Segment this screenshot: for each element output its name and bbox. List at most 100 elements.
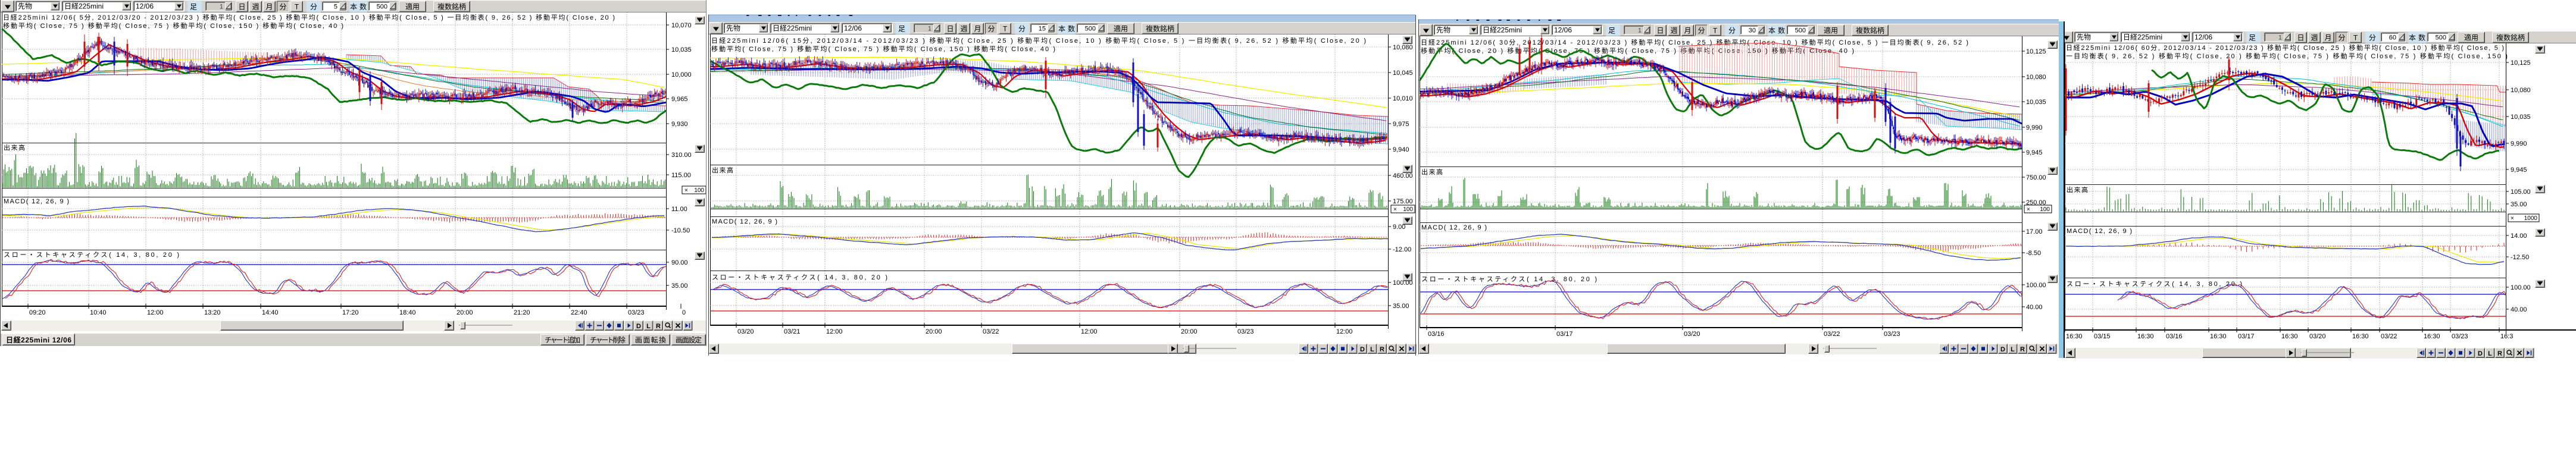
svg-text:日経225mini: 日経225mini: [64, 2, 104, 11]
svg-text:チャート削除: チャート削除: [590, 335, 626, 344]
svg-text:MACD( 12, 26, 9 ): MACD( 12, 26, 9 ): [2067, 228, 2132, 235]
svg-text:90.00: 90.00: [671, 259, 688, 266]
svg-text:1: 1: [220, 4, 223, 11]
svg-text:R: R: [2497, 350, 2502, 357]
svg-text:出来高: 出来高: [1421, 168, 1443, 176]
svg-text:22:40: 22:40: [571, 309, 587, 316]
svg-text:移動平均( Close, 20 ) 移動平均( Clos: 移動平均( Close, 20 ) 移動平均( Close, 75 ) 移動平均…: [1421, 46, 1854, 55]
svg-text:先物: 先物: [1436, 26, 1450, 34]
svg-text:チャート追加: チャート追加: [545, 335, 580, 344]
svg-text:-8.50: -8.50: [2026, 250, 2041, 257]
svg-text:500: 500: [2436, 34, 2446, 42]
svg-text:D: D: [1360, 346, 1365, 353]
svg-text:分: 分: [1728, 27, 1736, 35]
svg-text:500: 500: [377, 4, 387, 11]
svg-text:R: R: [1380, 346, 1384, 353]
svg-text:14.00: 14.00: [2511, 232, 2527, 240]
svg-text:足: 足: [1608, 27, 1615, 35]
svg-text:03/23: 03/23: [1884, 331, 1900, 338]
svg-text:10,010: 10,010: [1393, 95, 1413, 102]
svg-text:日経225mini 12/06( 30分, 2012/03/: 日経225mini 12/06( 30分, 2012/03/14 - 2012/…: [1421, 38, 1968, 46]
svg-text:03/23: 03/23: [1237, 328, 1254, 335]
svg-text:移動平均( Close, 75 ) 移動平均( Clos: 移動平均( Close, 75 ) 移動平均( Close, 75 ) 移動平均…: [3, 21, 343, 30]
svg-text:10,125: 10,125: [2026, 48, 2046, 55]
svg-text:12/06: 12/06: [844, 24, 862, 33]
svg-text:03/20: 03/20: [737, 328, 754, 335]
svg-text:T: T: [1713, 27, 1718, 35]
svg-text:9,940: 9,940: [1393, 146, 1409, 153]
svg-text:03/17: 03/17: [2238, 333, 2255, 340]
svg-text:03/23: 03/23: [2452, 333, 2468, 340]
svg-text:日経225mini 12/06: 日経225mini 12/06: [6, 335, 71, 344]
svg-text:1000: 1000: [2524, 215, 2538, 222]
svg-text:月: 月: [1684, 27, 1691, 35]
svg-text:12:00: 12:00: [1081, 328, 1098, 335]
svg-text:週: 週: [252, 3, 259, 11]
svg-text:複数銘柄: 複数銘柄: [437, 2, 466, 11]
svg-text:R: R: [656, 323, 661, 330]
svg-text:D: D: [2000, 346, 2005, 353]
svg-text:複数銘柄: 複数銘柄: [2496, 33, 2525, 42]
svg-text:10:40: 10:40: [90, 309, 107, 316]
svg-text:14:40: 14:40: [262, 309, 279, 316]
svg-text:115.00: 115.00: [671, 172, 691, 179]
svg-text:10,080: 10,080: [2026, 74, 2046, 81]
svg-text:日経225mini: 日経225mini: [773, 24, 812, 33]
svg-text:D: D: [2478, 350, 2483, 357]
svg-text:03/16: 03/16: [1428, 331, 1445, 338]
svg-text:500: 500: [1795, 27, 1806, 34]
svg-text:16:3: 16:3: [2500, 333, 2513, 340]
svg-text:×: ×: [2511, 215, 2514, 222]
svg-text:週: 週: [960, 25, 967, 33]
svg-text:35.00: 35.00: [671, 282, 688, 290]
svg-text:17:20: 17:20: [342, 309, 359, 316]
svg-text:16:30: 16:30: [2137, 333, 2154, 340]
svg-text:週: 週: [1670, 27, 1677, 35]
svg-text:×: ×: [684, 187, 688, 194]
svg-text:分: 分: [310, 3, 317, 11]
svg-text:日経225mini 12/06( 5分, 2012/03/2: 日経225mini 12/06( 5分, 2012/03/20 - 2012/0…: [3, 13, 615, 21]
svg-text:-12.00: -12.00: [1393, 246, 1411, 253]
svg-text:100.00: 100.00: [2026, 282, 2046, 289]
svg-text:分: 分: [279, 3, 286, 11]
svg-text:L: L: [2488, 350, 2492, 357]
svg-text:-12.50: -12.50: [2511, 254, 2529, 261]
svg-text:18:40: 18:40: [399, 309, 416, 316]
svg-text:12/06: 12/06: [1554, 26, 1572, 34]
svg-text:MACD( 12, 26, 9 ): MACD( 12, 26, 9 ): [4, 198, 69, 205]
svg-text:適用: 適用: [1114, 24, 1128, 33]
svg-text:100: 100: [694, 187, 704, 194]
svg-text:日経225mini 12/06( 60分, 2012/03/: 日経225mini 12/06( 60分, 2012/03/14 - 2012/…: [2066, 43, 2504, 52]
svg-text:MACD( 12, 26, 9 ): MACD( 12, 26, 9 ): [712, 218, 777, 225]
svg-text:03/20: 03/20: [2309, 333, 2326, 340]
svg-text:20:00: 20:00: [457, 309, 473, 316]
svg-text:16:30: 16:30: [2066, 333, 2083, 340]
svg-text:13:20: 13:20: [204, 309, 221, 316]
svg-text:16:30: 16:30: [2281, 333, 2298, 340]
svg-text:適用: 適用: [405, 2, 420, 11]
svg-text:T: T: [2353, 34, 2358, 42]
svg-text:月: 月: [974, 25, 981, 33]
svg-text:20:00: 20:00: [1181, 328, 1198, 335]
svg-text:適用: 適用: [1824, 26, 1838, 35]
svg-text:100.00: 100.00: [2511, 284, 2531, 291]
svg-text:460.00: 460.00: [1393, 172, 1413, 180]
svg-text:足: 足: [898, 25, 905, 33]
svg-text:足: 足: [190, 3, 197, 11]
svg-text:先物: 先物: [726, 24, 740, 33]
svg-text:9,930: 9,930: [671, 121, 688, 128]
svg-text:L: L: [646, 323, 651, 330]
svg-text:16:30: 16:30: [2210, 333, 2227, 340]
svg-text:L: L: [2011, 346, 2015, 353]
svg-text:L: L: [1370, 346, 1374, 353]
svg-text:03/15: 03/15: [2094, 333, 2111, 340]
svg-text:03/23: 03/23: [628, 309, 645, 316]
svg-text:12:00: 12:00: [147, 309, 164, 316]
svg-text:21:20: 21:20: [514, 309, 530, 316]
svg-text:60: 60: [2389, 34, 2396, 42]
svg-text:9,945: 9,945: [2026, 149, 2043, 156]
svg-text:先物: 先物: [18, 2, 32, 11]
svg-text:12:00: 12:00: [826, 328, 843, 335]
svg-text:105.00: 105.00: [2511, 188, 2531, 196]
svg-text:03/21: 03/21: [784, 328, 801, 335]
